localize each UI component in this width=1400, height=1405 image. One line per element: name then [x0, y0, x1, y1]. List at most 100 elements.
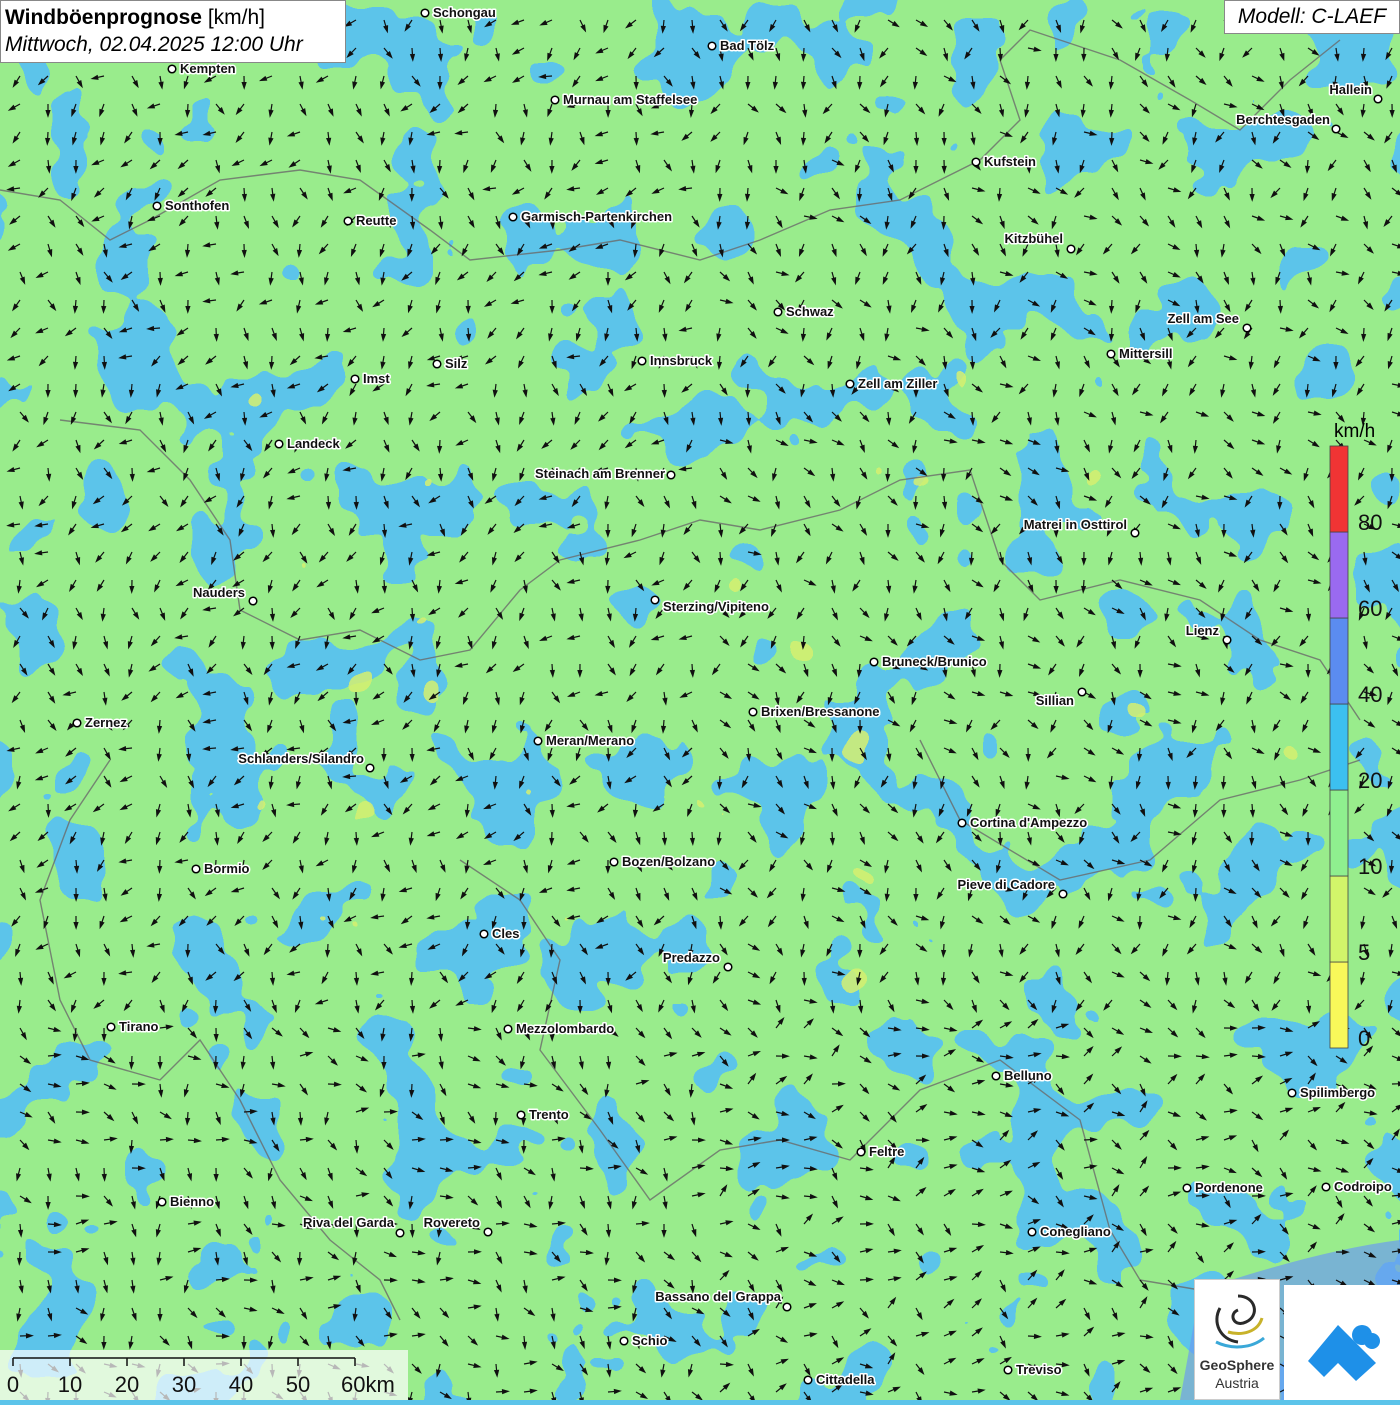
city-label: Conegliano: [1040, 1224, 1111, 1239]
city-label: Kitzbühel: [1005, 231, 1064, 246]
legend-swatch: [1330, 618, 1348, 704]
city-label: Zell am Ziller: [858, 376, 937, 391]
city-label: Meran/Merano: [546, 733, 634, 748]
city-marker: Zell am Ziller: [846, 376, 937, 391]
city-dot-icon: [433, 360, 441, 368]
app-logo: [1284, 1285, 1400, 1400]
city-label: Cortina d'Ampezzo: [970, 815, 1087, 830]
city-marker: Spilimbergo: [1288, 1085, 1375, 1100]
city-label: Schio: [632, 1333, 667, 1348]
city-dot-icon: [551, 96, 559, 104]
city-label: Bassano del Grappa: [655, 1289, 781, 1304]
legend-swatch: [1330, 876, 1348, 962]
city-marker: Conegliano: [1028, 1224, 1111, 1239]
city-dot-icon: [1067, 245, 1075, 253]
city-dot-icon: [1223, 636, 1231, 644]
city-dot-icon: [275, 440, 283, 448]
city-label: Cittadella: [816, 1372, 875, 1387]
title-unit: [km/h]: [208, 6, 265, 29]
city-label: Zell am See: [1167, 311, 1239, 326]
legend-swatch: [1330, 790, 1348, 876]
model-label: Modell: C-LAEF: [1224, 0, 1400, 34]
legend-tick-label: 5: [1358, 940, 1370, 965]
scale-label: 0: [7, 1372, 19, 1397]
city-label: Spilimbergo: [1300, 1085, 1375, 1100]
title-main: Windböenprognose: [5, 6, 202, 29]
city-label: Schongau: [433, 5, 496, 20]
city-label: Belluno: [1004, 1068, 1052, 1083]
city-label: Sillian: [1036, 693, 1074, 708]
legend-swatch: [1330, 446, 1348, 532]
city-dot-icon: [344, 217, 352, 225]
logo-line1: GeoSphere: [1195, 1357, 1279, 1373]
city-label: Schlanders/Silandro: [238, 751, 364, 766]
city-marker: Murnau am Staffelsee: [551, 92, 697, 107]
city-marker: Steinach am Brenner: [535, 466, 675, 481]
city-label: Bienno: [170, 1194, 214, 1209]
city-dot-icon: [1004, 1366, 1012, 1374]
city-dot-icon: [480, 930, 488, 938]
city-dot-icon: [153, 202, 161, 210]
wind-gust-map[interactable]: SchongauBad TölzKemptenMurnau am Staffel…: [0, 0, 1400, 1400]
city-label: Trento: [529, 1107, 569, 1122]
city-dot-icon: [1028, 1228, 1036, 1236]
city-label: Cles: [492, 926, 519, 941]
city-label: Matrei in Osttirol: [1024, 517, 1127, 532]
city-dot-icon: [158, 1198, 166, 1206]
legend-swatch: [1330, 704, 1348, 790]
city-marker: Sterzing/Vipiteno: [651, 596, 769, 614]
legend-unit: km/h: [1334, 421, 1375, 443]
legend-tick-label: 60: [1358, 596, 1382, 621]
city-marker: Garmisch-Partenkirchen: [509, 209, 672, 224]
city-label: Predazzo: [663, 950, 720, 965]
city-dot-icon: [351, 375, 359, 383]
city-dot-icon: [667, 471, 675, 479]
city-dot-icon: [1059, 890, 1067, 898]
city-dot-icon: [749, 708, 757, 716]
city-dot-icon: [1131, 529, 1139, 537]
city-label: Murnau am Staffelsee: [563, 92, 697, 107]
city-label: Mittersill: [1119, 346, 1172, 361]
legend-tick-label: 20: [1358, 768, 1382, 793]
logo-line2: Austria: [1195, 1375, 1279, 1391]
city-dot-icon: [504, 1025, 512, 1033]
city-dot-icon: [107, 1023, 115, 1031]
city-dot-icon: [1078, 688, 1086, 696]
city-dot-icon: [517, 1111, 525, 1119]
city-dot-icon: [992, 1072, 1000, 1080]
city-dot-icon: [366, 764, 374, 772]
city-dot-icon: [1243, 324, 1251, 332]
city-label: Bormio: [204, 861, 250, 876]
city-label: Bad Tölz: [720, 38, 775, 53]
city-dot-icon: [783, 1303, 791, 1311]
city-label: Pordenone: [1195, 1180, 1263, 1195]
city-label: Silz: [445, 356, 468, 371]
scale-label: 30: [172, 1372, 196, 1397]
city-marker: Innsbruck: [638, 353, 713, 368]
legend-tick-label: 40: [1358, 682, 1382, 707]
city-label: Lienz: [1186, 623, 1220, 638]
city-dot-icon: [1374, 95, 1382, 103]
city-dot-icon: [724, 963, 732, 971]
city-dot-icon: [958, 819, 966, 827]
city-label: Treviso: [1016, 1362, 1062, 1377]
city-dot-icon: [620, 1337, 628, 1345]
city-label: Innsbruck: [650, 353, 713, 368]
city-dot-icon: [708, 42, 716, 50]
city-dot-icon: [972, 158, 980, 166]
geosphere-swirl-icon: [1208, 1288, 1268, 1354]
city-dot-icon: [192, 865, 200, 873]
map-title-box: Windböenprognose [km/h] Mittwoch, 02.04.…: [0, 0, 346, 63]
forecast-datetime: Mittwoch, 02.04.2025 12:00 Uhr: [5, 31, 341, 58]
city-dot-icon: [610, 858, 618, 866]
city-marker: Bruneck/Brunico: [870, 654, 987, 669]
geosphere-logo: GeoSphere Austria: [1194, 1279, 1280, 1400]
city-label: Sterzing/Vipiteno: [663, 599, 769, 614]
city-label: Codroipo: [1334, 1179, 1392, 1194]
city-label: Rovereto: [424, 1215, 480, 1230]
city-dot-icon: [638, 357, 646, 365]
city-dot-icon: [857, 1148, 865, 1156]
legend-swatch: [1330, 532, 1348, 618]
city-dot-icon: [484, 1228, 492, 1236]
scale-label: 20: [115, 1372, 139, 1397]
